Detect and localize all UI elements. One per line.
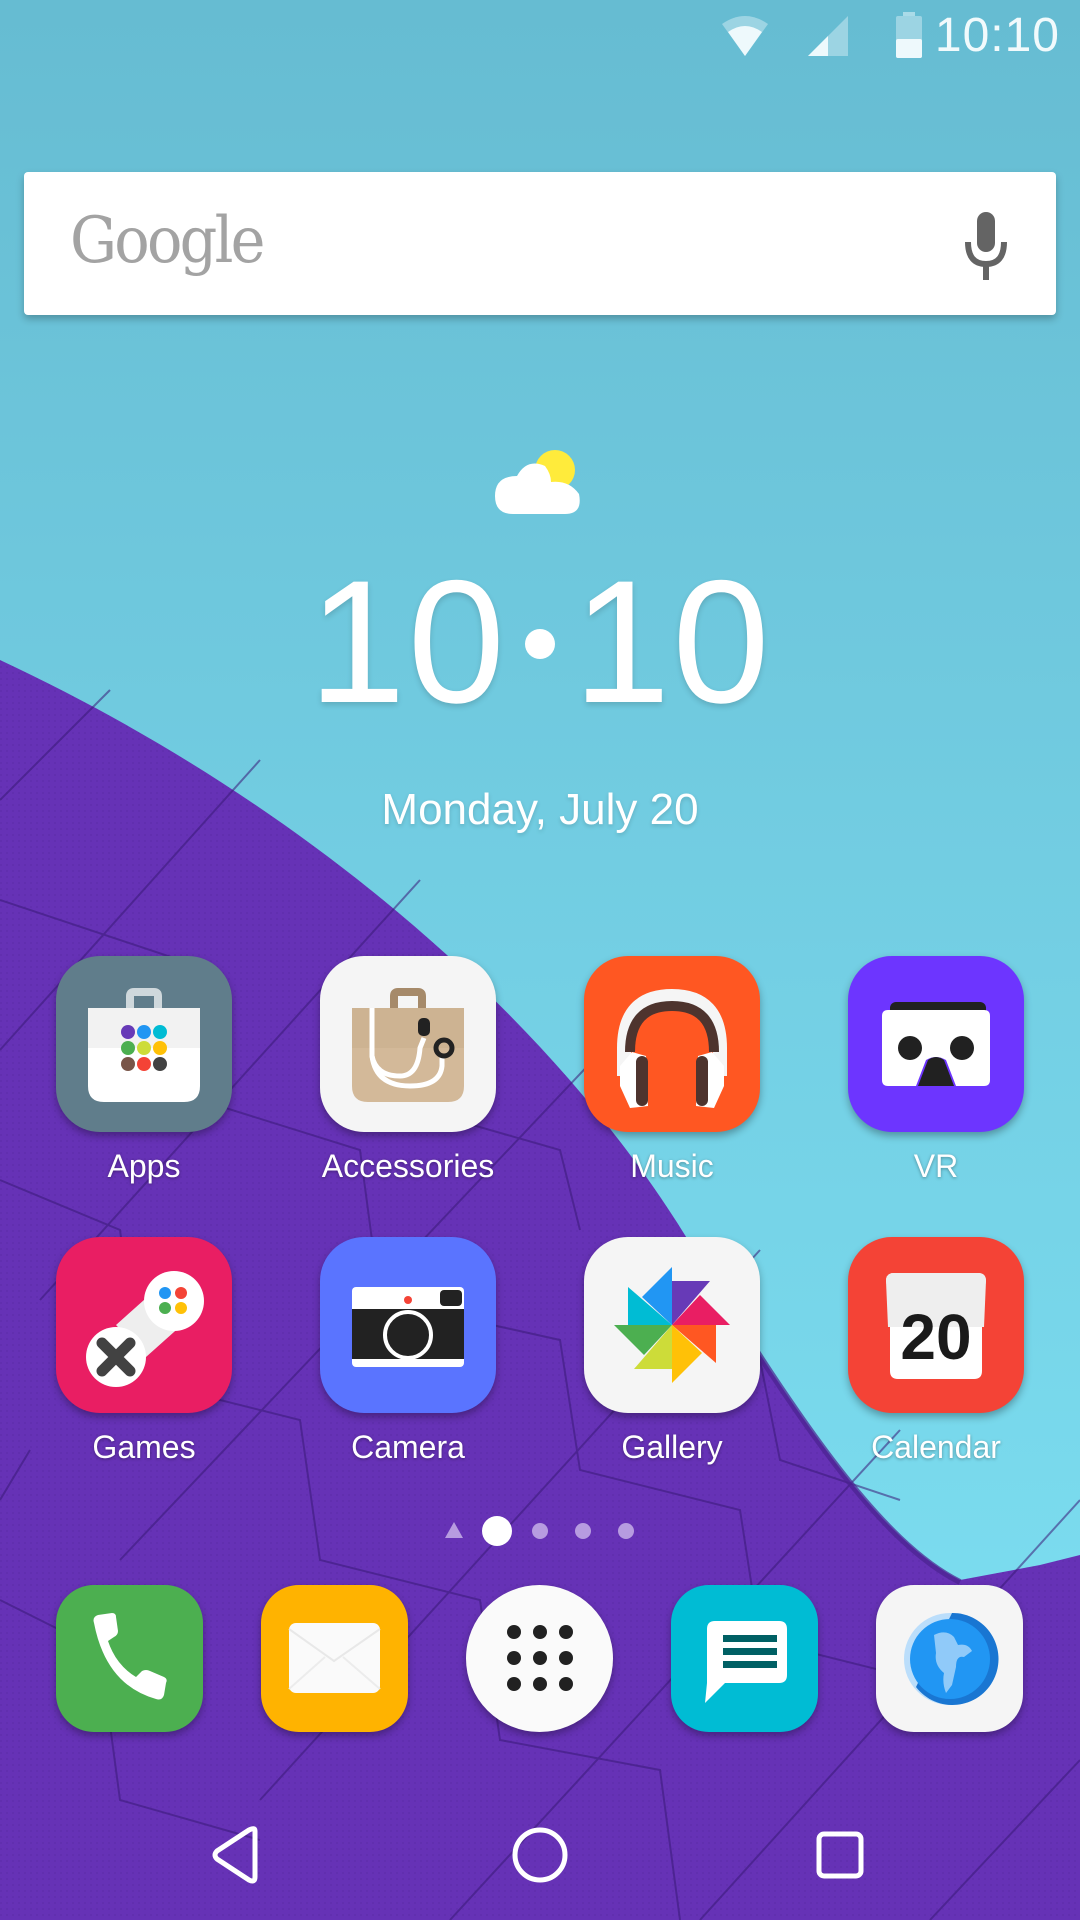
clock-hours: 10: [308, 545, 507, 740]
recents-icon[interactable]: [800, 1815, 880, 1895]
globe-icon: [904, 1612, 999, 1705]
app-label: Games: [92, 1429, 196, 1465]
app-label: Accessories: [321, 1148, 495, 1184]
app-music[interactable]: Music: [552, 956, 792, 1185]
dock-messages[interactable]: [671, 1585, 818, 1732]
back-icon[interactable]: [197, 1815, 277, 1895]
app-label: Calendar: [871, 1429, 1001, 1465]
dock-app-drawer[interactable]: [466, 1585, 613, 1732]
home-page-triangle-icon[interactable]: [445, 1522, 463, 1538]
battery-icon: [896, 12, 922, 58]
app-label: Music: [630, 1148, 714, 1184]
app-gallery[interactable]: Gallery: [552, 1237, 792, 1466]
status-time: 10:10: [934, 9, 1060, 62]
page-dot[interactable]: [575, 1523, 591, 1539]
calendar-day: 20: [900, 1301, 971, 1373]
clock-separator: [525, 628, 555, 659]
app-accessories[interactable]: Accessories: [288, 956, 528, 1185]
dock-email[interactable]: [261, 1585, 408, 1732]
message-icon: [705, 1621, 787, 1703]
app-label: VR: [913, 1148, 959, 1184]
app-calendar[interactable]: 20 Calendar: [816, 1237, 1056, 1466]
page-dot-active[interactable]: [482, 1516, 512, 1546]
vr-headset-icon: [848, 956, 1024, 1132]
google-search-bar[interactable]: Google: [24, 172, 1056, 315]
shopping-bag-earphones-icon: [320, 956, 496, 1132]
wifi-icon: [722, 16, 768, 56]
cellular-signal-icon: [808, 16, 848, 56]
page-dot[interactable]: [532, 1523, 548, 1539]
app-drawer-icon: [507, 1625, 573, 1691]
home-icon[interactable]: [500, 1815, 580, 1895]
app-camera[interactable]: Camera: [288, 1237, 528, 1466]
camera-icon: [320, 1237, 496, 1413]
shopping-bag-apps-icon: [56, 956, 232, 1132]
phone-icon: [93, 1613, 167, 1700]
headphones-icon: [584, 956, 760, 1132]
partly-cloudy-icon[interactable]: [493, 448, 585, 518]
clock-widget[interactable]: 10 10: [0, 555, 1080, 730]
page-indicator[interactable]: [0, 1514, 1080, 1548]
status-bar: 10:10: [0, 0, 1080, 70]
app-apps[interactable]: Apps: [24, 956, 264, 1185]
app-label: Camera: [351, 1429, 465, 1465]
google-logo: Google: [70, 204, 265, 278]
envelope-icon: [288, 1623, 381, 1693]
navigation-bar: [0, 1790, 1080, 1920]
dock-browser[interactable]: [876, 1585, 1023, 1732]
app-games[interactable]: Games: [24, 1237, 264, 1466]
app-label: Gallery: [621, 1429, 723, 1465]
app-label: Apps: [107, 1148, 181, 1184]
pinwheel-icon: [584, 1237, 760, 1413]
calendar-icon: 20: [848, 1237, 1024, 1413]
mic-icon[interactable]: [962, 212, 1010, 284]
gamepad-icon: [56, 1237, 232, 1413]
dock-phone[interactable]: [56, 1585, 203, 1732]
date-label[interactable]: Monday, July 20: [0, 785, 1080, 835]
page-dot[interactable]: [618, 1523, 634, 1539]
app-vr[interactable]: VR: [816, 956, 1056, 1185]
clock-minutes: 10: [573, 545, 772, 740]
